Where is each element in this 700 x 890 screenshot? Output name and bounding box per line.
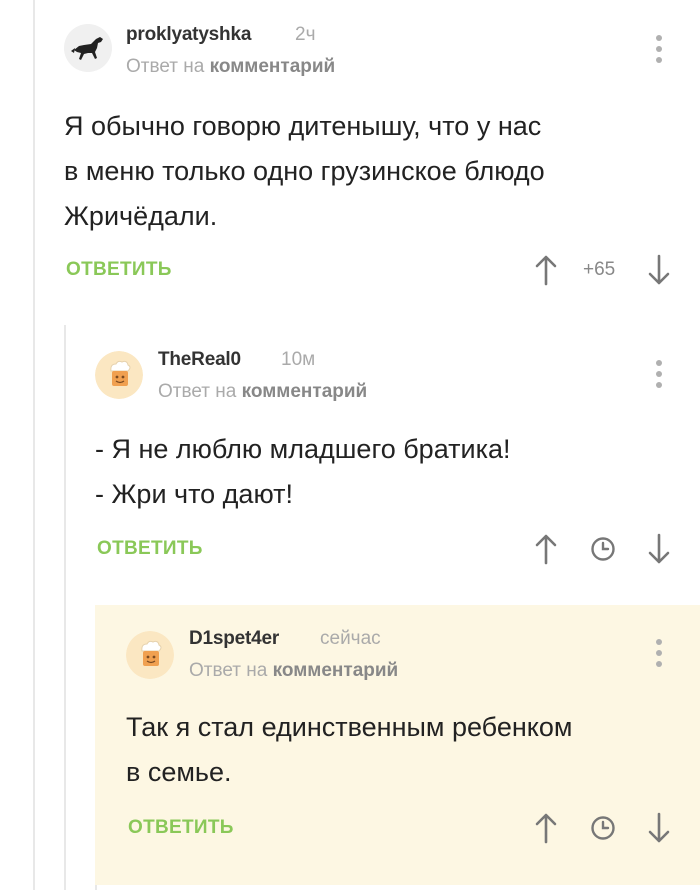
comment-time: сейчас (320, 628, 381, 649)
comment-line: - Я не люблю младшего братика! (95, 434, 511, 464)
comment-body: Я обычно говорю дитенышу, что у нас в ме… (64, 104, 545, 239)
default-cooking-avatar-icon (95, 351, 143, 399)
more-menu-icon[interactable] (649, 358, 669, 392)
comment-line: Так я стал единственным ребенком (126, 712, 573, 742)
comment-time: 10м (281, 349, 316, 370)
comment-line: Жричёдали. (64, 201, 218, 231)
reply-target-link[interactable]: комментарий (210, 56, 336, 77)
comment-d1spet4er: D1spet4er сейчас Ответ на комментарий Та… (95, 605, 700, 885)
reply-button[interactable]: ОТВЕТИТЬ (128, 817, 234, 839)
reply-to-line: Ответ на комментарий (189, 660, 398, 682)
reply-button[interactable]: ОТВЕТИТЬ (66, 259, 172, 281)
reply-target-link[interactable]: комментарий (242, 381, 368, 402)
arrow-down-icon[interactable] (647, 254, 671, 286)
arrow-up-icon[interactable] (534, 254, 558, 286)
comment-thereal0: TheReal0 10м Ответ на комментарий - Я не… (0, 320, 700, 590)
comment-line: - Жри что дают! (95, 479, 293, 509)
horse-avatar-icon (64, 24, 112, 72)
avatar[interactable] (95, 351, 143, 399)
arrow-up-icon[interactable] (534, 812, 558, 844)
reply-to-line: Ответ на комментарий (158, 381, 367, 403)
avatar[interactable] (126, 631, 174, 679)
default-cooking-avatar-icon (126, 631, 174, 679)
reply-prefix: Ответ на (189, 660, 268, 681)
reply-prefix: Ответ на (126, 56, 205, 77)
author-name[interactable]: D1spet4er (189, 628, 279, 650)
avatar[interactable] (64, 24, 112, 72)
more-menu-icon[interactable] (649, 637, 669, 671)
comment-body: - Я не люблю младшего братика! - Жри что… (95, 427, 511, 517)
comment-line: Я обычно говорю дитенышу, что у нас (64, 111, 542, 141)
reply-prefix: Ответ на (158, 381, 237, 402)
rating-score: +65 (583, 259, 616, 280)
comment-body: Так я стал единственным ребенком в семье… (126, 705, 572, 795)
comment-line: в меню только одно грузинское блюдо (64, 156, 545, 186)
arrow-up-icon[interactable] (534, 533, 558, 565)
reply-target-link[interactable]: комментарий (273, 660, 399, 681)
clock-icon (591, 537, 615, 561)
comment-line: в семье. (126, 757, 232, 787)
clock-icon (591, 816, 615, 840)
arrow-down-icon[interactable] (647, 533, 671, 565)
reply-to-line: Ответ на комментарий (126, 56, 335, 78)
author-name[interactable]: TheReal0 (158, 349, 241, 371)
author-name[interactable]: proklyatyshka (126, 24, 251, 46)
comment-proklyatyshka: proklyatyshka 2ч Ответ на комментарий Я … (0, 0, 700, 300)
comment-time: 2ч (295, 24, 316, 45)
arrow-down-icon[interactable] (647, 812, 671, 844)
reply-button[interactable]: ОТВЕТИТЬ (97, 538, 203, 560)
more-menu-icon[interactable] (649, 33, 669, 67)
